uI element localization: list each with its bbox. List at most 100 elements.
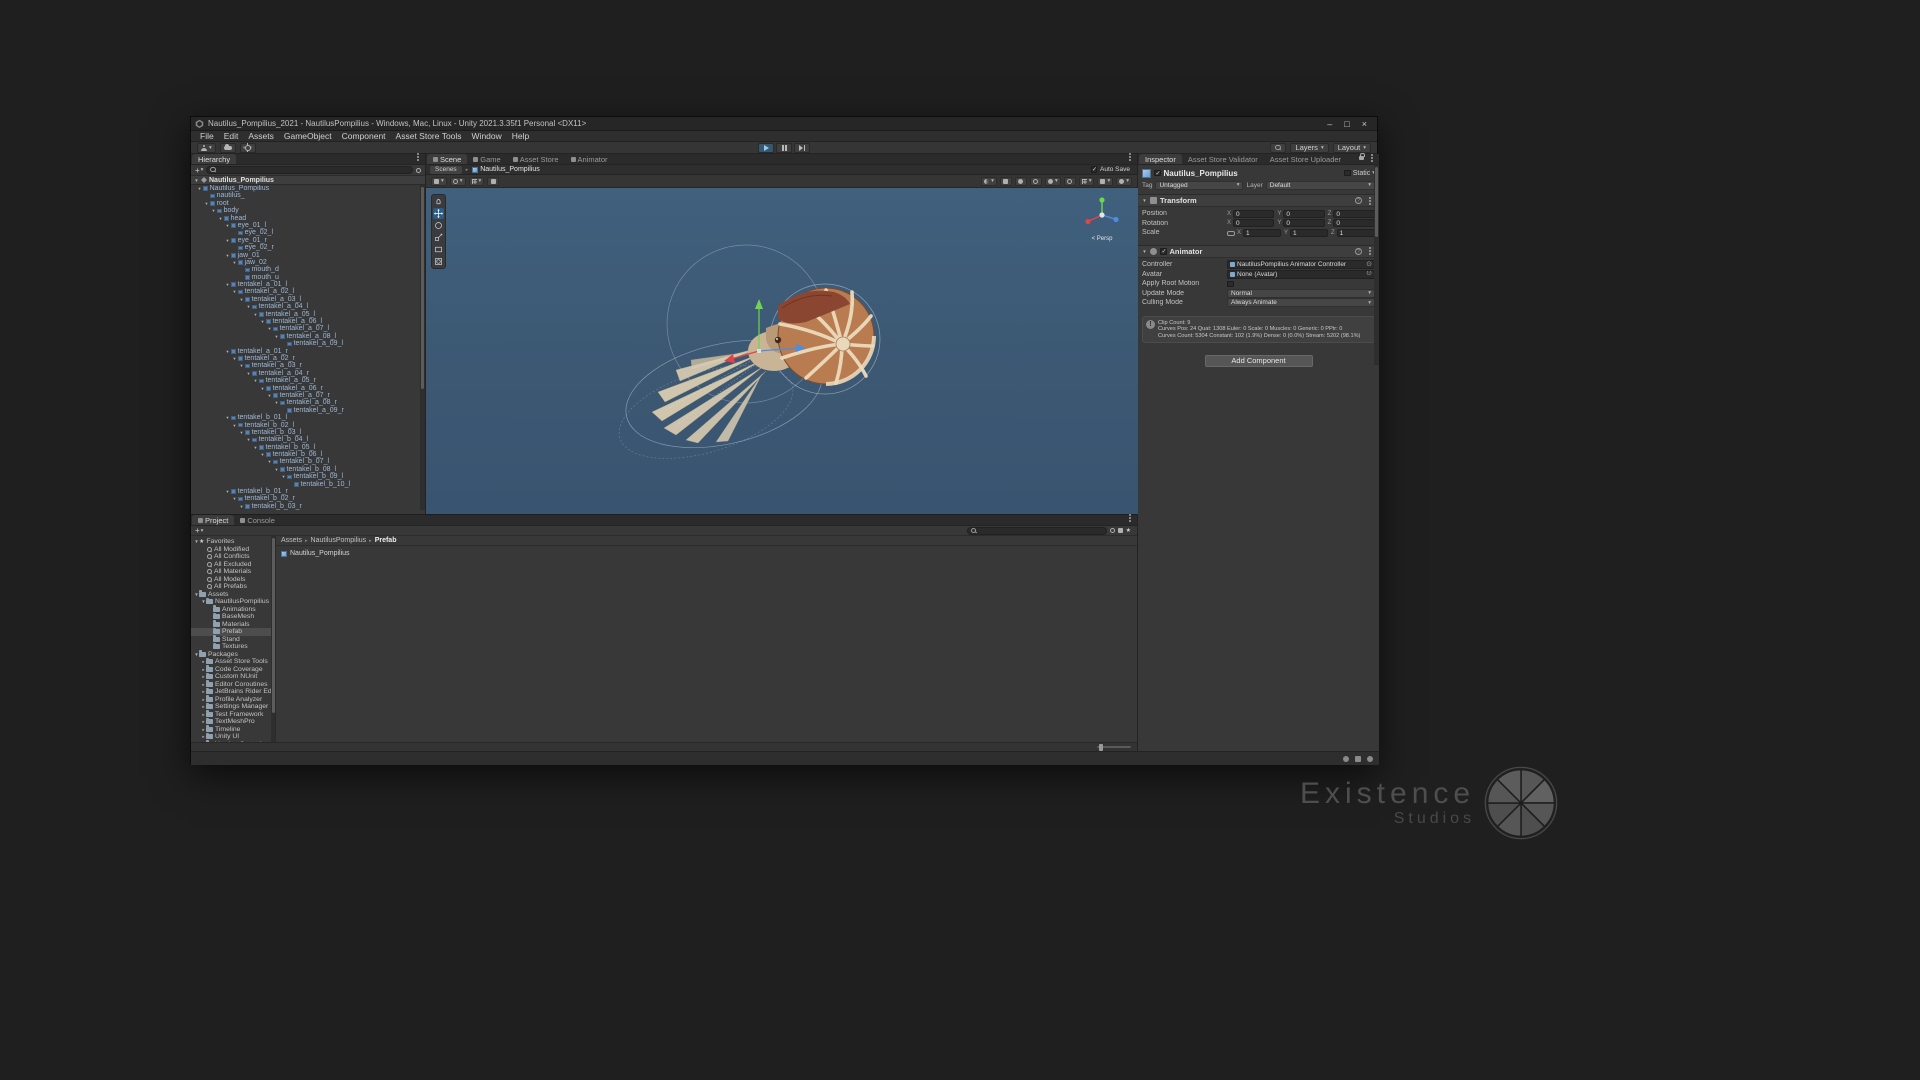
help-icon[interactable]: ? bbox=[1355, 247, 1362, 255]
gizmos-dropdown[interactable]: ▾ bbox=[1116, 176, 1132, 186]
object-picker-icon[interactable]: ⊙ bbox=[1366, 261, 1372, 268]
foldout-icon[interactable]: ▼ bbox=[246, 370, 251, 377]
project-tree-scrollbar[interactable] bbox=[271, 536, 275, 742]
project-tree-item-all-materials[interactable]: All Materials bbox=[191, 568, 275, 576]
tool-handle-rotation-dropdown[interactable]: ▾ bbox=[449, 176, 466, 186]
menu-gameobject[interactable]: GameObject bbox=[279, 131, 337, 142]
foldout-icon[interactable]: ▼ bbox=[253, 311, 258, 318]
tab-scene[interactable]: Scene bbox=[427, 154, 468, 164]
hierarchy-scene-header[interactable]: ▼ Nautilus_Pompilius bbox=[191, 176, 425, 185]
gameobject-name[interactable]: Nautilus_Pompilius bbox=[1164, 169, 1238, 178]
search-by-label-icon[interactable] bbox=[1117, 528, 1123, 533]
breadcrumb-prefab[interactable]: Nautilus_Pompilius bbox=[472, 166, 540, 173]
pan-tool-button[interactable] bbox=[433, 196, 444, 207]
panel-menu-icon[interactable] bbox=[417, 156, 419, 158]
foldout-icon[interactable]: ▼ bbox=[225, 281, 230, 288]
hierarchy-item-eye-01-l[interactable]: ▼ eye_01_l bbox=[191, 222, 420, 229]
layout-dropdown[interactable]: Layout ▾ bbox=[1332, 142, 1371, 153]
lighting-toggle[interactable] bbox=[1014, 176, 1027, 186]
project-search-input[interactable] bbox=[978, 527, 1103, 534]
layers-dropdown[interactable]: Layers ▾ bbox=[1290, 142, 1329, 153]
pause-button[interactable] bbox=[776, 142, 792, 153]
foldout-icon[interactable]: ▼ bbox=[1142, 249, 1147, 254]
project-tree-item-custom-nunit[interactable]: ▸ Custom NUnit bbox=[191, 672, 275, 681]
tab-asset-store-validator[interactable]: Asset Store Validator bbox=[1181, 154, 1264, 164]
audio-toggle[interactable] bbox=[1029, 176, 1042, 186]
project-tree-item-stand[interactable]: Stand bbox=[191, 635, 275, 644]
hierarchy-item-tentakel-a-04-r[interactable]: ▼ tentakel_a_04_r bbox=[191, 370, 420, 377]
culling-mode-dropdown[interactable]: Always Animate ▾ bbox=[1227, 298, 1375, 308]
breadcrumb-assets[interactable]: Assets bbox=[281, 537, 302, 544]
save-search-icon[interactable]: ★ bbox=[1126, 528, 1131, 534]
foldout-icon[interactable]: ▼ bbox=[218, 215, 223, 222]
foldout-icon[interactable]: ▼ bbox=[232, 422, 237, 429]
add-component-button[interactable]: Add Component bbox=[1204, 354, 1313, 367]
close-button[interactable]: × bbox=[1362, 119, 1367, 129]
hierarchy-item-tentakel-b-10-l[interactable]: tentakel_b_10_l bbox=[191, 481, 420, 488]
hierarchy-item-tentakel-a-09-r[interactable]: tentakel_a_09_r bbox=[191, 407, 420, 414]
component-menu-icon[interactable] bbox=[1369, 199, 1371, 202]
active-checkbox[interactable] bbox=[1154, 169, 1161, 177]
camera-projection-label[interactable]: < Persp bbox=[1080, 236, 1124, 242]
hierarchy-item-tentakel-a-07-r[interactable]: ▼ tentakel_a_07_r bbox=[191, 392, 420, 399]
project-tree-item-jetbrains-rider-editor[interactable]: ▸ JetBrains Rider Editor bbox=[191, 687, 275, 696]
foldout-icon[interactable]: ▼ bbox=[274, 399, 279, 406]
shading-mode-dropdown[interactable]: ▾ bbox=[981, 176, 997, 186]
scene-viewport[interactable]: < Persp bbox=[426, 188, 1138, 514]
foldout-icon[interactable]: ▼ bbox=[211, 207, 216, 214]
project-tree-item-profile-analyzer[interactable]: ▸ Profile Analyzer bbox=[191, 695, 275, 704]
project-tree-item-asset-store-tools[interactable]: ▸ Asset Store Tools bbox=[191, 657, 275, 666]
hierarchy-item-tentakel-a-07-l[interactable]: ▼ tentakel_a_07_l bbox=[191, 325, 420, 332]
foldout-icon[interactable]: ▼ bbox=[260, 318, 265, 325]
project-tree-item-settings-manager[interactable]: ▸ Settings Manager bbox=[191, 702, 275, 711]
scrollbar-thumb[interactable] bbox=[1375, 167, 1378, 237]
menu-assets[interactable]: Assets bbox=[243, 131, 279, 142]
hierarchy-item-tentakel-a-06-l[interactable]: ▼ tentakel_a_06_l bbox=[191, 318, 420, 325]
foldout-icon[interactable]: ▼ bbox=[225, 414, 230, 421]
static-checkbox[interactable] bbox=[1344, 169, 1351, 177]
breadcrumb-prefab[interactable]: Prefab bbox=[375, 537, 397, 544]
hierarchy-item-tentakel-b-01-r[interactable]: ▼ tentakel_b_01_r bbox=[191, 488, 420, 495]
tab-asset-store-uploader[interactable]: Asset Store Uploader bbox=[1263, 154, 1348, 164]
editor-search-button[interactable] bbox=[1270, 142, 1287, 153]
project-tree-item-textures[interactable]: Textures bbox=[191, 642, 275, 651]
hierarchy-item-tentakel-b-09-l[interactable]: ▼ tentakel_b_09_l bbox=[191, 473, 420, 480]
hierarchy-item-head[interactable]: ▼ head bbox=[191, 215, 420, 222]
maximize-button[interactable]: □ bbox=[1344, 119, 1349, 129]
project-tree-item-all-conflicts[interactable]: All Conflicts bbox=[191, 553, 275, 561]
cloud-button[interactable] bbox=[219, 142, 236, 153]
nautilus-model[interactable] bbox=[426, 188, 1138, 514]
hierarchy-item-tentakel-a-01-r[interactable]: ▼ tentakel_a_01_r bbox=[191, 348, 420, 355]
foldout-icon[interactable]: ▼ bbox=[225, 222, 230, 229]
hierarchy-item-tentakel-b-03-r[interactable]: ▼ tentakel_b_03_r bbox=[191, 503, 420, 510]
menu-asset-store-tools[interactable]: Asset Store Tools bbox=[391, 131, 467, 142]
menu-file[interactable]: File bbox=[195, 131, 219, 142]
step-button[interactable] bbox=[794, 142, 810, 153]
project-tree-item-packages[interactable]: ▼ Packages bbox=[191, 650, 275, 659]
foldout-icon[interactable]: ▼ bbox=[232, 259, 237, 266]
services-button[interactable] bbox=[239, 142, 256, 153]
hidden-objects-toggle[interactable] bbox=[1063, 176, 1076, 186]
foldout-icon[interactable]: ▼ bbox=[225, 488, 230, 495]
hierarchy-item-mouth-d[interactable]: mouth_d bbox=[191, 266, 420, 273]
hierarchy-item-tentakel-b-02-l[interactable]: ▼ tentakel_b_02_l bbox=[191, 422, 420, 429]
rect-tool-button[interactable] bbox=[433, 244, 444, 255]
foldout-icon[interactable]: ▼ bbox=[225, 252, 230, 259]
project-tree-item-all-excluded[interactable]: All Excluded bbox=[191, 561, 275, 569]
scene-orientation-gizmo[interactable]: < Persp bbox=[1080, 194, 1124, 242]
tab-project[interactable]: Project bbox=[192, 515, 235, 525]
rotation-x-field[interactable]: 0 bbox=[1233, 219, 1275, 228]
menu-component[interactable]: Component bbox=[337, 131, 391, 142]
hierarchy-item-root[interactable]: ▼ root bbox=[191, 200, 420, 207]
panel-menu-icon[interactable] bbox=[1129, 517, 1131, 519]
foldout-icon[interactable]: ▼ bbox=[239, 503, 244, 510]
tab-asset-store[interactable]: Asset Store bbox=[506, 154, 565, 164]
effects-dropdown[interactable]: ▾ bbox=[1044, 176, 1061, 186]
hierarchy-item-nautilus-pompilius[interactable]: ▼ Nautilus_Pompilius bbox=[191, 185, 420, 192]
project-content-item[interactable]: Nautilus_Pompilius bbox=[281, 550, 350, 557]
hierarchy-item-tentakel-a-04-l[interactable]: ▼ tentakel_a_04_l bbox=[191, 303, 420, 310]
hierarchy-item-tentakel-a-06-r[interactable]: ▼ tentakel_a_06_r bbox=[191, 385, 420, 392]
foldout-icon[interactable]: ▼ bbox=[232, 355, 237, 362]
move-tool-button[interactable] bbox=[433, 208, 444, 219]
tab-animator[interactable]: Animator bbox=[564, 154, 614, 164]
